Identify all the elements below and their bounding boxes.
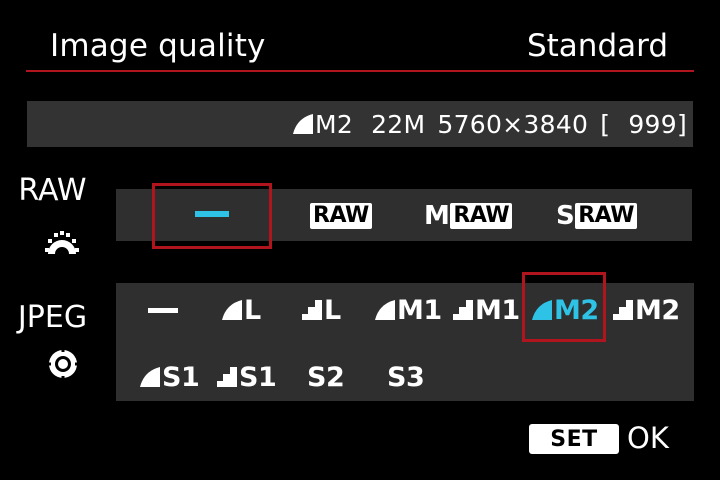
info-bar: M2 22M 5760×3840 [ 999] <box>27 101 693 147</box>
mraw-prefix: M <box>424 201 450 231</box>
raw-option-mraw[interactable]: M RAW <box>424 196 513 236</box>
ok-label: OK <box>627 421 669 455</box>
sraw-prefix: S <box>556 201 575 231</box>
raw-option-raw[interactable]: RAW <box>310 196 372 236</box>
header-divider <box>26 70 694 72</box>
normal-quality-icon <box>453 300 473 320</box>
page-title: Image quality <box>50 28 266 64</box>
raw-option-sraw[interactable]: S RAW <box>556 196 637 236</box>
mode-label: Standard <box>526 28 668 64</box>
info-shots-bracket: [ <box>600 109 611 139</box>
jpeg-option-label: M2 <box>635 294 680 326</box>
fine-quality-icon <box>222 300 242 320</box>
jpeg-option-s2[interactable]: S2 <box>307 357 345 397</box>
jpeg-option-none[interactable] <box>148 290 178 330</box>
jpeg-option-label: L <box>324 294 341 326</box>
jpeg-option-s1-normal[interactable]: S1 <box>217 357 277 397</box>
fine-quality-icon <box>293 114 313 134</box>
jpeg-option-label: L <box>244 294 261 326</box>
fine-quality-icon <box>375 300 395 320</box>
jpeg-selection-box <box>522 272 606 342</box>
raw-option-label: RAW <box>310 203 372 229</box>
jpeg-option-s1-fine[interactable]: S1 <box>140 357 200 397</box>
jpeg-option-m2-normal[interactable]: M2 <box>613 290 680 330</box>
mraw-label: RAW <box>450 203 513 229</box>
main-dial-icon <box>45 231 79 254</box>
normal-quality-icon <box>613 300 633 320</box>
jpeg-option-label: M1 <box>475 294 520 326</box>
jpeg-option-label: S1 <box>162 361 200 393</box>
info-quality: M2 <box>314 109 354 139</box>
normal-quality-icon <box>217 367 237 387</box>
info-shots-remaining: 999] <box>628 109 687 139</box>
none-dash-icon <box>148 307 178 313</box>
set-button[interactable]: SET <box>529 424 619 454</box>
sraw-label: RAW <box>575 203 637 229</box>
normal-quality-icon <box>302 300 322 320</box>
jpeg-option-m1-fine[interactable]: M1 <box>375 290 442 330</box>
raw-label: RAW <box>18 173 87 208</box>
jpeg-option-s3[interactable]: S3 <box>387 357 425 397</box>
quick-control-dial-icon <box>47 348 79 380</box>
jpeg-option-label: M1 <box>397 294 442 326</box>
jpeg-option-m1-normal[interactable]: M1 <box>453 290 520 330</box>
jpeg-label: JPEG <box>17 300 88 335</box>
jpeg-option-label: S3 <box>387 361 425 393</box>
jpeg-option-l-fine[interactable]: L <box>222 290 261 330</box>
info-resolution: 5760×3840 <box>437 109 589 139</box>
jpeg-option-label: S1 <box>239 361 277 393</box>
jpeg-option-l-normal[interactable]: L <box>302 290 341 330</box>
fine-quality-icon <box>140 367 160 387</box>
info-megapixels: 22M <box>371 109 426 139</box>
jpeg-option-label: S2 <box>307 361 345 393</box>
raw-selection-box <box>152 183 272 249</box>
